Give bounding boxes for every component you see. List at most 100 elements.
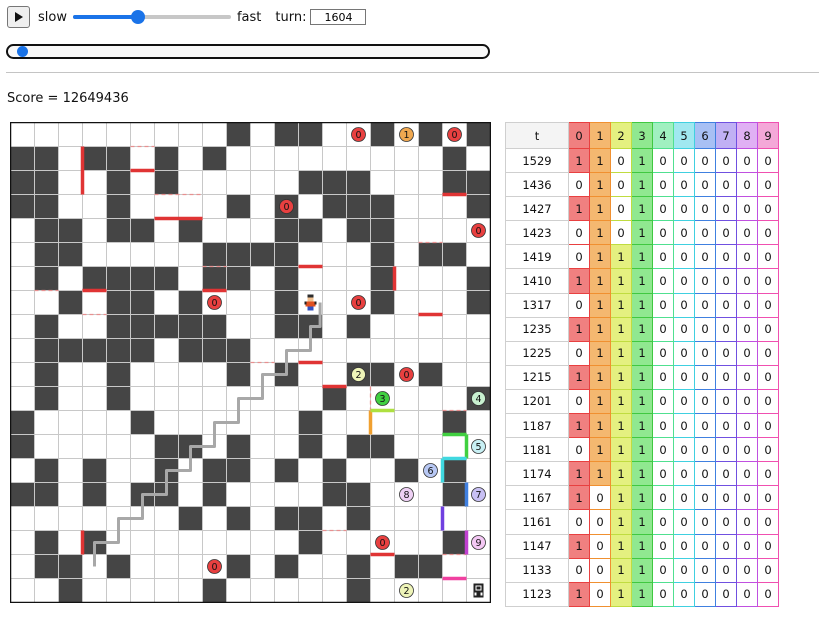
- item-marker-label: 0: [211, 298, 217, 309]
- cell-value: 0: [694, 244, 716, 270]
- cell-turn: 1123: [505, 581, 569, 607]
- floor-cell: [58, 146, 83, 171]
- cell-value: 0: [568, 220, 590, 246]
- floor-cell: [202, 194, 227, 219]
- floor-cell: [418, 530, 443, 555]
- floor-cell: [178, 122, 203, 147]
- item-marker-label: 0: [475, 226, 481, 237]
- cell-value: 0: [652, 220, 674, 246]
- floor-cell: [250, 170, 275, 195]
- cell-value: 0: [715, 413, 737, 439]
- cell-value: 1: [589, 244, 611, 270]
- cell-value: 0: [568, 340, 590, 366]
- wall-cell: [298, 122, 323, 147]
- cell-value: 0: [673, 461, 695, 487]
- wall-cell: [130, 218, 155, 243]
- cell-value: 0: [673, 268, 695, 294]
- floor-cell: [346, 458, 371, 483]
- cell-value: 0: [736, 533, 758, 559]
- cell-value: 0: [757, 437, 779, 463]
- cell-value: 0: [694, 268, 716, 294]
- cell-turn: 1410: [505, 268, 569, 294]
- cell-value: 0: [757, 220, 779, 246]
- floor-cell: [322, 410, 347, 435]
- wall-cell: [82, 458, 107, 483]
- floor-cell: [178, 362, 203, 387]
- item-marker-label: 8: [403, 490, 409, 501]
- cell-value: 0: [757, 388, 779, 415]
- wall-cell: [10, 170, 35, 195]
- wall-cell: [178, 314, 203, 339]
- wall-cell: [322, 386, 347, 411]
- cell-value: 1: [631, 292, 653, 318]
- floor-cell: [298, 578, 323, 603]
- floor-cell: [322, 146, 347, 171]
- floor-cell: [298, 146, 323, 171]
- floor-cell: [418, 314, 443, 339]
- item-marker-label: 0: [355, 130, 361, 141]
- cell-value: 0: [757, 147, 779, 174]
- cell-value: 0: [757, 557, 779, 583]
- floor-cell: [418, 338, 443, 363]
- wall-cell: [130, 266, 155, 291]
- floor-cell: [10, 266, 35, 291]
- cell-value: 1: [568, 533, 590, 559]
- floor-cell: [322, 218, 347, 243]
- cell-value: 1: [568, 581, 590, 607]
- cell-value: 0: [736, 244, 758, 270]
- cell-value: 0: [652, 196, 674, 222]
- wall-cell: [322, 482, 347, 507]
- wall-cell: [226, 122, 251, 147]
- wall-cell: [274, 314, 299, 339]
- turn-slider-handle[interactable]: [17, 46, 29, 57]
- floor-cell: [418, 290, 443, 315]
- cell-value: 0: [757, 364, 779, 390]
- speed-slider-handle[interactable]: [130, 10, 145, 24]
- play-button[interactable]: [7, 6, 30, 28]
- wall-cell: [202, 338, 227, 363]
- cell-value: 1: [631, 461, 653, 487]
- cell-value: 0: [694, 147, 716, 174]
- cell-value: 0: [694, 581, 716, 607]
- cell-value: 1: [631, 364, 653, 390]
- floor-cell: [130, 578, 155, 603]
- floor-cell: [10, 458, 35, 483]
- wall-cell: [370, 122, 395, 147]
- cell-value: 0: [757, 292, 779, 318]
- speed-slider[interactable]: [72, 9, 231, 25]
- floor-cell: [370, 170, 395, 195]
- cell-value: 0: [757, 581, 779, 607]
- floor-cell: [418, 578, 443, 603]
- cell-value: 1: [589, 220, 611, 246]
- table-row: 1147 1 0 1 1 0 0 0 0 0 0: [505, 533, 779, 559]
- cell-value: 0: [652, 172, 674, 198]
- floor-cell: [58, 194, 83, 219]
- cell-value: 0: [736, 340, 758, 366]
- floor-cell: [154, 122, 179, 147]
- wall-cell: [346, 506, 371, 531]
- turn-slider[interactable]: [6, 44, 490, 59]
- floor-cell: [58, 530, 83, 555]
- item-marker-label: 9: [475, 538, 481, 549]
- cell-value: 0: [715, 388, 737, 415]
- item-marker-label: 5: [475, 442, 481, 453]
- wall-cell: [298, 434, 323, 459]
- floor-cell: [418, 170, 443, 195]
- wall-cell: [274, 290, 299, 315]
- cell-value: 0: [736, 581, 758, 607]
- turn-input[interactable]: [310, 9, 367, 25]
- cell-value: 0: [673, 509, 695, 535]
- wall-cell: [226, 338, 251, 363]
- floor-cell: [82, 122, 107, 147]
- wall-cell: [370, 362, 395, 387]
- floor-cell: [442, 578, 467, 603]
- wall-cell: [34, 218, 59, 243]
- cell-value: 0: [694, 196, 716, 222]
- cell-value: 1: [589, 437, 611, 463]
- cell-value: 1: [631, 485, 653, 511]
- floor-cell: [130, 122, 155, 147]
- floor-cell: [82, 314, 107, 339]
- wall-cell: [10, 434, 35, 459]
- floor-cell: [442, 314, 467, 339]
- cell-value: 1: [589, 364, 611, 390]
